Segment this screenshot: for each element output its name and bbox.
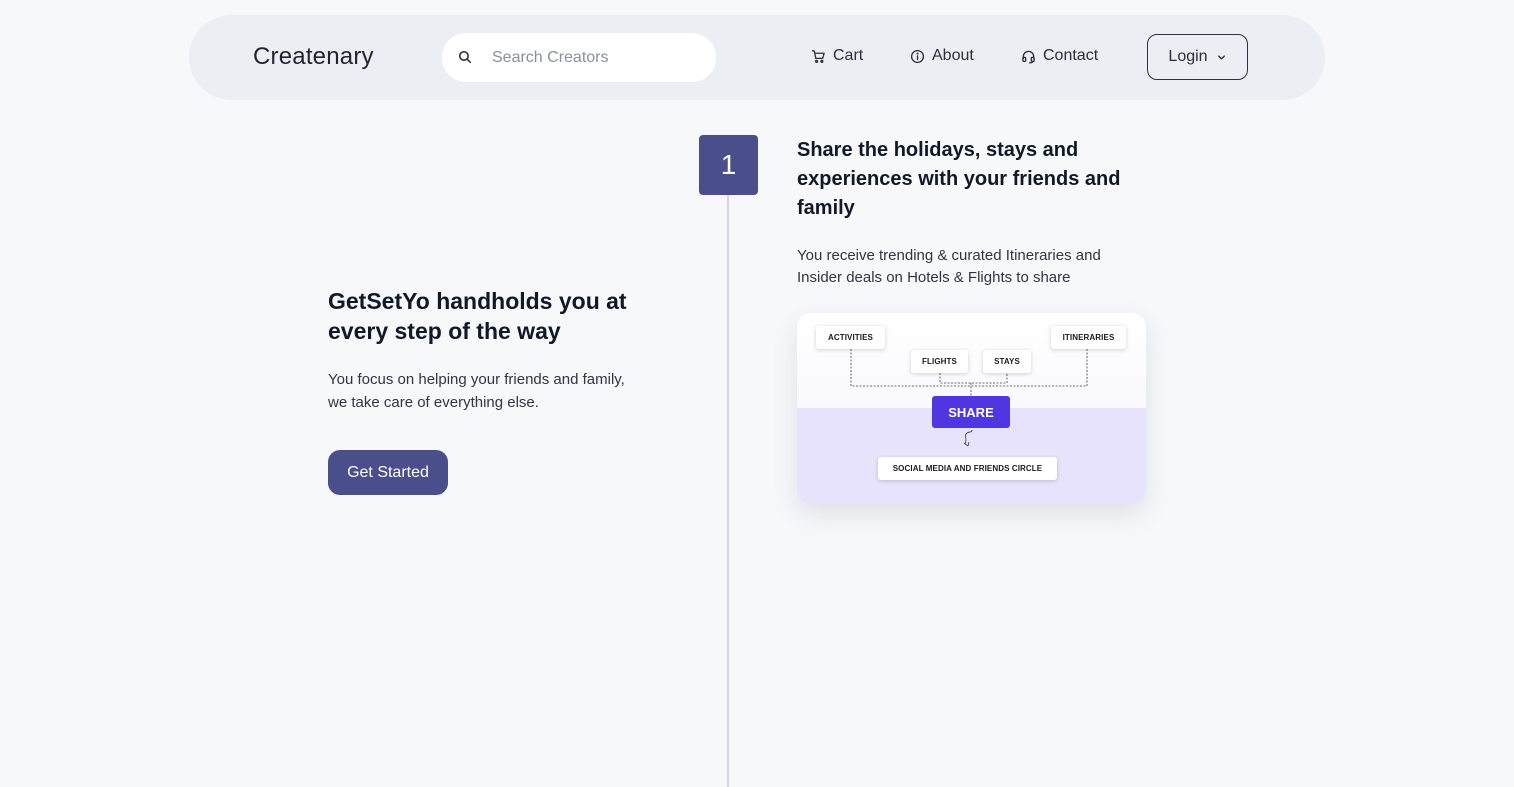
nav-contact-link[interactable]: Contact — [1021, 47, 1098, 65]
timeline-line — [727, 194, 729, 787]
headset-icon — [1022, 50, 1035, 64]
navbar: Createnary Cart About Contact — [189, 15, 1325, 100]
tag-social-media: SOCIAL MEDIA AND FRIENDS CIRCLE — [878, 457, 1057, 480]
nav-cart-label: Cart — [833, 47, 864, 64]
nav-about-link[interactable]: About — [910, 47, 974, 65]
nav-cart-link[interactable]: Cart — [811, 47, 863, 65]
login-button[interactable]: Login — [1147, 34, 1248, 80]
nav-about-label: About — [932, 47, 974, 64]
hero-title: GetSetYo handholds you at every step of … — [328, 288, 627, 344]
info-icon — [910, 49, 925, 63]
step-title: Share the holidays, stays and experience… — [797, 139, 1121, 219]
brand-logo[interactable]: Createnary — [253, 43, 374, 71]
login-label: Login — [1168, 48, 1208, 65]
search-icon — [458, 50, 472, 64]
tag-flights: FLIGHTS — [911, 350, 968, 373]
hero-description: You focus on helping your friends and fa… — [328, 371, 625, 411]
get-started-button[interactable]: Get Started — [328, 450, 448, 495]
tag-activities: ACTIVITIES — [816, 326, 885, 349]
cart-icon — [811, 49, 825, 63]
tag-stays: STAYS — [983, 350, 1031, 373]
search-bar[interactable] — [442, 33, 716, 82]
share-illustration-card: ACTIVITIES ITINERARIES FLIGHTS STAYS SHA… — [797, 313, 1146, 504]
tag-itineraries: ITINERARIES — [1051, 326, 1126, 349]
step-description: You receive trending & curated Itinerari… — [797, 247, 1101, 286]
search-input[interactable] — [492, 45, 702, 70]
nav-contact-label: Contact — [1043, 47, 1099, 64]
chevron-down-icon — [1217, 54, 1225, 60]
step-number-badge: 1 — [699, 135, 758, 195]
share-label-box: SHARE — [932, 396, 1010, 428]
